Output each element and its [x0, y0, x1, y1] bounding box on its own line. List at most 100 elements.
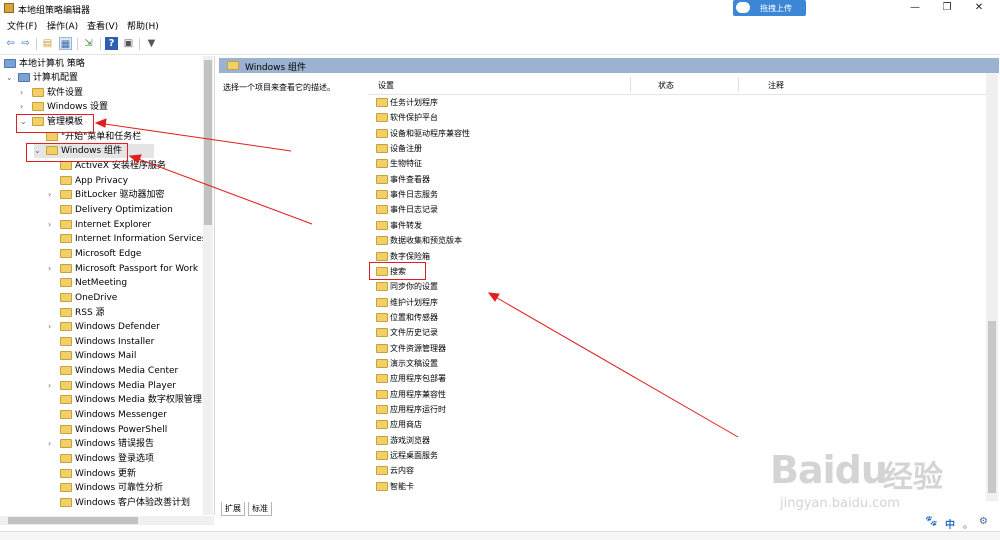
folder-icon — [376, 144, 388, 154]
expand-arrow-icon[interactable]: › — [48, 379, 56, 393]
ime-indicator[interactable]: 🐾 中 。 ⚙ — [925, 516, 997, 531]
tree-node-label: Windows Mail — [75, 351, 137, 362]
folder-icon — [376, 159, 388, 169]
ime-settings-icon[interactable]: ⚙ — [979, 516, 988, 527]
list-item-label: 应用程序包部署 — [390, 374, 446, 384]
help-icon[interactable]: ? — [105, 37, 118, 50]
list-item-label: 维护计划程序 — [390, 297, 438, 307]
menu-help[interactable]: 帮助(H) — [127, 19, 159, 32]
toolbar-separator — [77, 38, 78, 50]
expand-arrow-icon[interactable]: › — [48, 218, 56, 232]
column-comment[interactable]: 注释 — [768, 80, 784, 91]
folder-icon — [376, 420, 388, 430]
list-item-label: 应用程序运行时 — [390, 405, 446, 414]
tree-node-label: App Privacy — [75, 175, 129, 186]
tree-node-label: Windows PowerShell — [75, 424, 168, 435]
tree-node-label: NetMeeting — [75, 278, 128, 289]
column-setting[interactable]: 设置 — [378, 80, 394, 91]
column-state[interactable]: 状态 — [658, 80, 674, 91]
watermark-sub: 经验 — [883, 460, 943, 495]
folder-icon — [60, 380, 72, 390]
expand-arrow-icon[interactable]: › — [20, 86, 28, 100]
folder-icon — [60, 278, 72, 288]
folder-icon — [376, 190, 388, 200]
folder-icon — [376, 389, 388, 399]
folder-icon — [376, 205, 388, 215]
tree-node-label: Microsoft Passport for Work — [75, 263, 199, 274]
collapse-arrow-icon[interactable]: ⌄ — [6, 71, 14, 85]
menu-file[interactable]: 文件(F) — [7, 19, 37, 32]
folder-icon — [32, 88, 44, 97]
tree-node-label: Windows Media Player — [75, 380, 176, 391]
ime-punct[interactable]: 。 — [963, 516, 973, 531]
expand-arrow-icon[interactable]: › — [20, 100, 28, 114]
folder-icon — [60, 322, 72, 332]
drag-upload-button[interactable]: 拖拽上传 — [733, 0, 806, 16]
folder-icon — [376, 451, 388, 461]
tab-standard[interactable]: 标准 — [248, 502, 272, 516]
toolbar-separator — [36, 38, 37, 50]
tree-horizontal-scrollbar[interactable] — [0, 516, 214, 525]
tree-node-label: Windows Messenger — [75, 410, 167, 421]
folder-icon — [60, 439, 72, 449]
right-pane-header: Windows 组件 — [219, 58, 999, 73]
toolbar-separator — [100, 38, 101, 50]
show-hide-tree-icon[interactable]: ▦ — [59, 37, 72, 50]
export-icon[interactable]: ⇲ — [82, 37, 95, 50]
menu-action[interactable]: 操作(A) — [47, 19, 78, 32]
folder-icon — [60, 161, 72, 170]
maximize-button[interactable]: ❐ — [932, 0, 962, 16]
tree-node-label: Windows 可靠性分析 — [75, 483, 164, 494]
folder-icon — [46, 132, 58, 141]
tree-node-label: Windows Media Center — [75, 366, 179, 377]
list-vertical-scrollbar[interactable] — [986, 73, 998, 501]
folder-up-icon[interactable]: ▤ — [41, 37, 54, 50]
title-bar: 本地组策略编辑器 拖拽上传 — ❐ ✕ — [0, 0, 1000, 17]
folder-icon — [60, 336, 72, 346]
ime-chinese[interactable]: 中 — [945, 516, 955, 531]
tree-node-label: BitLocker 驱动器加密 — [75, 190, 165, 201]
list-item-label: 事件转发 — [390, 220, 422, 230]
folder-icon — [376, 405, 388, 414]
column-separator[interactable] — [738, 77, 739, 92]
back-icon[interactable]: ⇦ — [4, 37, 17, 50]
filter-icon[interactable]: ▼ — [145, 37, 158, 50]
minimize-button[interactable]: — — [900, 0, 930, 16]
list-item-label: 事件查看器 — [390, 174, 430, 184]
forward-icon[interactable]: ⇨ — [19, 37, 32, 50]
tree-scroll-thumb[interactable] — [204, 60, 212, 225]
close-button[interactable]: ✕ — [964, 0, 994, 16]
list-scroll-thumb[interactable] — [988, 321, 996, 493]
column-separator[interactable] — [630, 77, 631, 92]
expand-arrow-icon[interactable]: › — [48, 437, 56, 451]
expand-arrow-icon[interactable]: › — [48, 188, 56, 202]
properties-icon[interactable]: ▣ — [122, 37, 135, 50]
annotation-box-admin-templates — [16, 114, 94, 133]
tab-extended[interactable]: 扩展 — [221, 502, 245, 516]
folder-icon — [376, 98, 388, 107]
expand-arrow-icon[interactable]: › — [48, 262, 56, 276]
folder-icon — [227, 61, 239, 70]
list-item-label: 智能卡 — [390, 481, 414, 491]
folder-icon — [60, 263, 72, 273]
computer-icon — [4, 59, 16, 68]
folder-icon — [376, 236, 388, 246]
cloud-paw-icon — [736, 2, 750, 13]
tree-node-label: RSS 源 — [75, 307, 105, 318]
folder-icon — [376, 113, 388, 123]
tree-node-label: OneDrive — [75, 292, 118, 303]
folder-icon — [376, 481, 388, 491]
folder-icon — [60, 483, 72, 493]
tree-vertical-scrollbar[interactable] — [203, 56, 213, 515]
list-item-label: 设备和驱动程序兼容性 — [390, 128, 470, 138]
folder-icon — [376, 297, 388, 307]
toolbar: ⇦ ⇨ ▤ ▦ ⇲ ? ▣ ▼ — [0, 34, 1000, 55]
folder-icon — [60, 248, 72, 258]
folder-icon — [60, 454, 72, 463]
list-item-label: 远程桌面服务 — [390, 451, 438, 461]
list-item-label: 应用商店 — [390, 420, 422, 430]
expand-arrow-icon[interactable]: › — [48, 320, 56, 334]
tree-node-label: Microsoft Edge — [75, 248, 142, 259]
tree-hscroll-thumb[interactable] — [8, 517, 138, 524]
menu-view[interactable]: 查看(V) — [87, 19, 118, 32]
